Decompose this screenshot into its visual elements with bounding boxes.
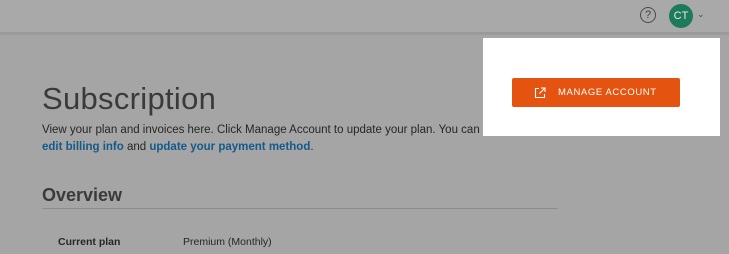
description-text-end: . xyxy=(310,141,314,153)
description-text: View your plan and invoices here. Click … xyxy=(42,124,505,136)
page-description: View your plan and invoices here. Click … xyxy=(42,122,522,156)
overview-heading: Overview xyxy=(42,185,123,205)
manage-account-button[interactable]: MANAGE ACCOUNT xyxy=(512,78,680,107)
manage-account-label: MANAGE ACCOUNT xyxy=(558,87,657,98)
description-text-mid: and xyxy=(123,141,150,153)
top-bar: ? CT ⌄ xyxy=(0,0,729,33)
update-payment-method-link[interactable]: update your payment method xyxy=(149,141,310,153)
page-title: Subscription xyxy=(42,81,217,116)
user-avatar[interactable]: CT xyxy=(669,4,693,28)
overview-divider xyxy=(42,208,558,209)
current-plan-value: Premium (Monthly) xyxy=(183,236,272,248)
edit-billing-info-link[interactable]: edit billing info xyxy=(42,141,124,153)
current-plan-label: Current plan xyxy=(58,236,121,248)
help-icon[interactable]: ? xyxy=(640,7,656,23)
chevron-down-icon[interactable]: ⌄ xyxy=(697,9,707,19)
external-link-icon xyxy=(534,86,546,98)
